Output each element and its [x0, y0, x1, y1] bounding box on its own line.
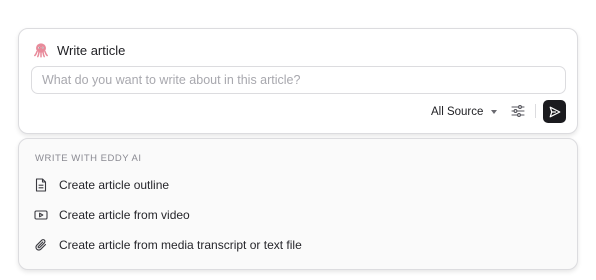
- filter-settings-button[interactable]: [509, 102, 527, 120]
- menu-item-create-from-video[interactable]: Create article from video: [33, 203, 563, 227]
- article-topic-input[interactable]: [31, 66, 566, 94]
- composer-header: Write article: [33, 40, 125, 60]
- chevron-down-icon: [491, 110, 498, 114]
- source-dropdown[interactable]: All Source: [431, 103, 498, 121]
- document-icon: [33, 177, 49, 193]
- menu-item-label: Create article outline: [59, 178, 170, 192]
- toolbar-divider: [535, 104, 536, 118]
- composer-title: Write article: [57, 42, 126, 58]
- menu-item-label: Create article from video: [59, 208, 190, 222]
- send-icon: [549, 106, 561, 118]
- send-button[interactable]: [543, 100, 566, 123]
- source-dropdown-label: All Source: [431, 106, 484, 118]
- paperclip-icon: [33, 237, 49, 253]
- octopus-icon: [33, 42, 49, 58]
- sliders-icon: [511, 104, 525, 118]
- article-composer: Write article All Source: [18, 28, 578, 134]
- menu-item-create-outline[interactable]: Create article outline: [33, 173, 563, 197]
- menu-item-label: Create article from media transcript or …: [59, 238, 302, 252]
- menu-item-create-from-transcript[interactable]: Create article from media transcript or …: [33, 233, 563, 257]
- video-icon: [33, 207, 49, 223]
- menu-heading: WRITE WITH EDDY AI: [35, 153, 142, 164]
- eddy-ai-menu: WRITE WITH EDDY AI Create article outlin…: [18, 138, 578, 270]
